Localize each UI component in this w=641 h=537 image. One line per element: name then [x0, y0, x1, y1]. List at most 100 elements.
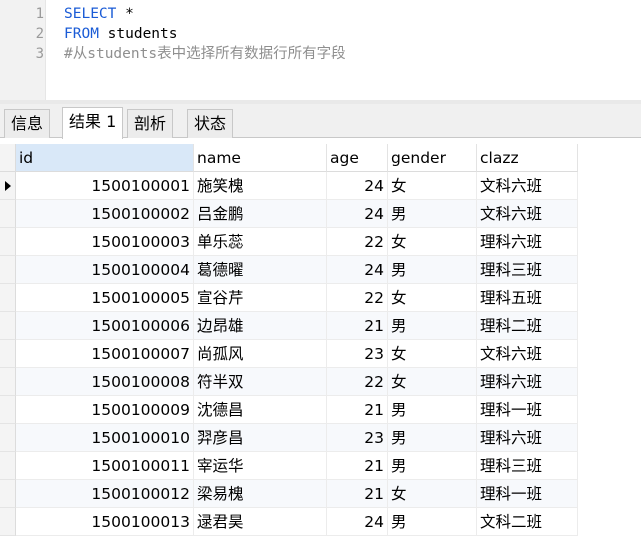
table-row[interactable]: 1500100008 符半双 22 女理科六班 — [0, 368, 641, 396]
code-line-3[interactable]: 3 #从students表中选择所有数据行所有字段 — [0, 44, 641, 64]
row-header[interactable] — [0, 312, 16, 340]
code-line-2[interactable]: 2 FROM students — [0, 24, 641, 44]
cell-gender[interactable]: 男 — [388, 200, 477, 228]
cell-age[interactable]: 21 — [327, 452, 388, 480]
cell-gender[interactable]: 男 — [388, 452, 477, 480]
cell-clazz[interactable]: 理科五班 — [477, 284, 578, 312]
cell-gender[interactable]: 女 — [388, 172, 477, 200]
cell-clazz[interactable]: 理科二班 — [477, 312, 578, 340]
column-header-gender[interactable]: gender — [388, 144, 477, 172]
cell-gender[interactable]: 男 — [388, 508, 477, 536]
table-row[interactable]: 1500100006 边昂雄 21 男理科二班 — [0, 312, 641, 340]
row-header[interactable] — [0, 284, 16, 312]
code-line-1[interactable]: 1 SELECT * — [0, 4, 641, 24]
cell-gender[interactable]: 女 — [388, 284, 477, 312]
cell-id[interactable]: 1500100005 — [16, 284, 194, 312]
row-header[interactable] — [0, 368, 16, 396]
cell-gender[interactable]: 男 — [388, 424, 477, 452]
table-row[interactable]: 1500100011 宰运华 21 男理科三班 — [0, 452, 641, 480]
cell-age[interactable]: 24 — [327, 200, 388, 228]
cell-name[interactable]: 葛德曜 — [194, 256, 327, 284]
cell-name[interactable]: 边昂雄 — [194, 312, 327, 340]
cell-clazz[interactable]: 文科六班 — [477, 340, 578, 368]
cell-name[interactable]: 宰运华 — [194, 452, 327, 480]
cell-name[interactable]: 施笑槐 — [194, 172, 327, 200]
cell-id[interactable]: 1500100007 — [16, 340, 194, 368]
sql-editor[interactable]: 1 SELECT * 2 FROM students 3 #从students表… — [0, 0, 641, 104]
cell-clazz[interactable]: 理科一班 — [477, 396, 578, 424]
cell-gender[interactable]: 女 — [388, 228, 477, 256]
result-grid[interactable]: id name age gender clazz 1500100001 施笑槐 24… — [0, 138, 641, 537]
table-row[interactable]: 1500100003 单乐蕊 22 女理科六班 — [0, 228, 641, 256]
cell-age[interactable]: 22 — [327, 284, 388, 312]
tab-profile[interactable]: 剖析 — [127, 109, 174, 138]
cell-gender[interactable]: 男 — [388, 256, 477, 284]
table-row[interactable]: 1500100007 尚孤风 23 女文科六班 — [0, 340, 641, 368]
row-header[interactable] — [0, 452, 16, 480]
cell-id[interactable]: 1500100002 — [16, 200, 194, 228]
cell-gender[interactable]: 女 — [388, 368, 477, 396]
cell-id[interactable]: 1500100011 — [16, 452, 194, 480]
column-header-name[interactable]: name — [194, 144, 327, 172]
row-header[interactable] — [0, 424, 16, 452]
table-row[interactable]: 1500100005 宣谷芹 22 女理科五班 — [0, 284, 641, 312]
cell-id[interactable]: 1500100003 — [16, 228, 194, 256]
cell-age[interactable]: 22 — [327, 368, 388, 396]
cell-name[interactable]: 吕金鹏 — [194, 200, 327, 228]
cell-age[interactable]: 23 — [327, 340, 388, 368]
cell-name[interactable]: 符半双 — [194, 368, 327, 396]
cell-age[interactable]: 21 — [327, 396, 388, 424]
table-row[interactable]: 1500100009 沈德昌 21 男理科一班 — [0, 396, 641, 424]
cell-name[interactable]: 宣谷芹 — [194, 284, 327, 312]
cell-clazz[interactable]: 理科一班 — [477, 480, 578, 508]
cell-name[interactable]: 羿彦昌 — [194, 424, 327, 452]
tab-status[interactable]: 状态 — [187, 109, 234, 138]
row-header[interactable] — [0, 396, 16, 424]
cell-age[interactable]: 21 — [327, 480, 388, 508]
column-header-age[interactable]: age — [327, 144, 388, 172]
cell-age[interactable]: 21 — [327, 312, 388, 340]
cell-id[interactable]: 1500100010 — [16, 424, 194, 452]
cell-gender[interactable]: 男 — [388, 312, 477, 340]
row-header[interactable] — [0, 256, 16, 284]
cell-gender[interactable]: 女 — [388, 340, 477, 368]
cell-id[interactable]: 1500100006 — [16, 312, 194, 340]
row-header[interactable] — [0, 480, 16, 508]
row-header[interactable] — [0, 340, 16, 368]
cell-id[interactable]: 1500100008 — [16, 368, 194, 396]
row-header[interactable] — [0, 200, 16, 228]
cell-id[interactable]: 1500100004 — [16, 256, 194, 284]
tab-info[interactable]: 信息 — [4, 109, 51, 138]
column-header-clazz[interactable]: clazz — [477, 144, 578, 172]
table-row[interactable]: 1500100001 施笑槐 24 女文科六班 — [0, 172, 641, 200]
cell-clazz[interactable]: 理科三班 — [477, 452, 578, 480]
cell-name[interactable]: 沈德昌 — [194, 396, 327, 424]
cell-name[interactable]: 梁易槐 — [194, 480, 327, 508]
table-row[interactable]: 1500100013 逯君昊 24 男文科二班 — [0, 508, 641, 536]
column-header-id[interactable]: id — [16, 144, 194, 172]
cell-clazz[interactable]: 文科六班 — [477, 200, 578, 228]
grid-corner[interactable] — [0, 144, 16, 172]
row-header[interactable] — [0, 508, 16, 536]
cell-age[interactable]: 24 — [327, 172, 388, 200]
table-row[interactable]: 1500100010 羿彦昌 23 男理科六班 — [0, 424, 641, 452]
cell-clazz[interactable]: 理科三班 — [477, 256, 578, 284]
cell-name[interactable]: 单乐蕊 — [194, 228, 327, 256]
cell-name[interactable]: 尚孤风 — [194, 340, 327, 368]
cell-id[interactable]: 1500100009 — [16, 396, 194, 424]
table-row[interactable]: 1500100012 梁易槐 21 女理科一班 — [0, 480, 641, 508]
cell-age[interactable]: 24 — [327, 508, 388, 536]
cell-clazz[interactable]: 理科六班 — [477, 368, 578, 396]
cell-gender[interactable]: 女 — [388, 480, 477, 508]
cell-id[interactable]: 1500100012 — [16, 480, 194, 508]
table-row[interactable]: 1500100002 吕金鹏 24 男文科六班 — [0, 200, 641, 228]
table-row[interactable]: 1500100004 葛德曜 24 男理科三班 — [0, 256, 641, 284]
cell-id[interactable]: 1500100013 — [16, 508, 194, 536]
cell-id[interactable]: 1500100001 — [16, 172, 194, 200]
cell-clazz[interactable]: 文科六班 — [477, 172, 578, 200]
cell-name[interactable]: 逯君昊 — [194, 508, 327, 536]
cell-age[interactable]: 23 — [327, 424, 388, 452]
cell-clazz[interactable]: 理科六班 — [477, 228, 578, 256]
cell-gender[interactable]: 男 — [388, 396, 477, 424]
cell-age[interactable]: 24 — [327, 256, 388, 284]
